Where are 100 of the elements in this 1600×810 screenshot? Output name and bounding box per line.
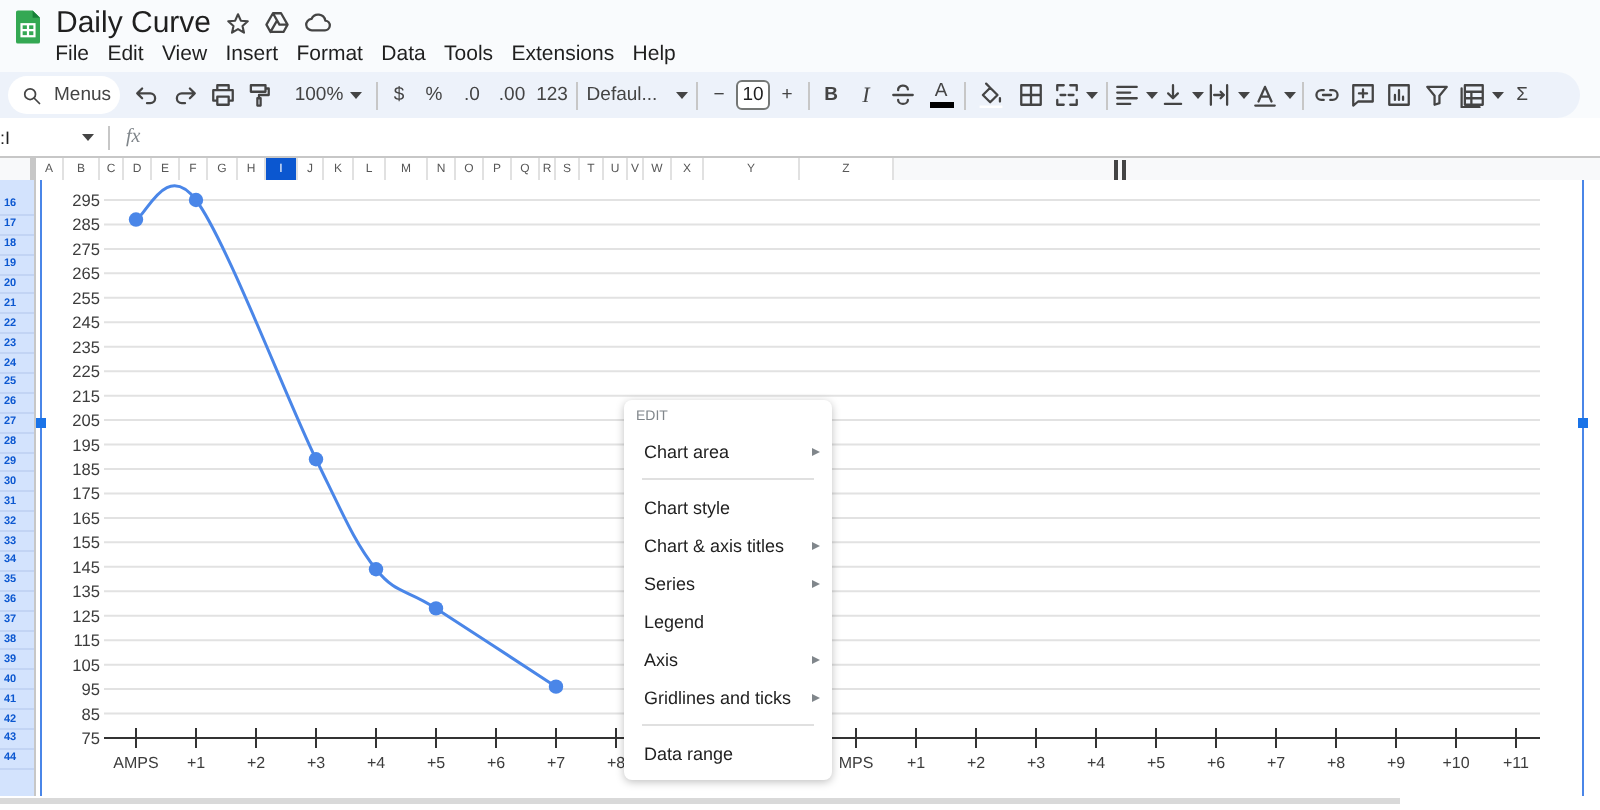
menu-item[interactable]: Edit (98, 40, 153, 68)
font-size-field[interactable]: 10 (736, 80, 770, 110)
paint-roller-icon (246, 82, 272, 108)
comment-icon (1349, 82, 1375, 108)
increase-font-size-button[interactable]: + (770, 75, 804, 115)
menu-item[interactable]: Gridlines and ticks (624, 678, 832, 716)
axis-label: +2 (246, 754, 266, 772)
caret-icon (1237, 91, 1249, 99)
axis-label: +4 (366, 754, 386, 772)
redo-icon (172, 82, 198, 108)
italic-button[interactable]: I (848, 75, 884, 115)
scrollbar[interactable] (0, 798, 1400, 804)
axis-label: +4 (1086, 754, 1106, 772)
axis-label: +8 (1326, 754, 1346, 772)
caret-icon (349, 91, 362, 99)
document-title[interactable]: Daily Curve (56, 6, 212, 40)
align-left-icon (1113, 82, 1139, 108)
axis-label: MPS (838, 754, 874, 772)
search-menus-field[interactable]: Menus (8, 76, 120, 114)
axis-label: 195 (72, 434, 100, 455)
functions-button[interactable]: Σ (1506, 75, 1538, 115)
axis-label: +7 (1266, 754, 1286, 772)
text-rotation-icon (1252, 82, 1278, 108)
menu-item[interactable]: Tools (434, 40, 503, 68)
menu-item[interactable]: Chart area (624, 432, 832, 470)
submenu-arrow-icon (812, 541, 820, 549)
menu-item-label: Data range (644, 743, 734, 763)
axis-label: +8 (606, 754, 626, 772)
submenu-arrow-icon (812, 693, 820, 701)
resize-handle[interactable] (36, 418, 46, 428)
print-icon (210, 82, 236, 108)
font-dropdown[interactable]: Defaul... (582, 75, 692, 115)
axis-label: 105 (72, 654, 100, 675)
axis-label: 125 (72, 605, 100, 626)
axis-label: +11 (1503, 754, 1529, 772)
data-point (128, 212, 144, 227)
axis-label: 135 (72, 581, 100, 602)
axis-label: 275 (72, 238, 100, 259)
menu-item[interactable]: Help (623, 40, 685, 68)
text-color-button[interactable]: A (922, 75, 960, 115)
currency-button[interactable]: $ (382, 75, 416, 115)
axis-label: 295 (72, 190, 100, 210)
caret-icon (1491, 91, 1503, 99)
axis-label: 245 (72, 312, 100, 333)
number-format-button[interactable]: 123 (532, 75, 572, 115)
menu-item[interactable]: Extensions (502, 40, 624, 68)
menu-item[interactable]: Data range (624, 734, 832, 772)
decrease-font-size-button[interactable]: − (702, 75, 736, 115)
filter-views-icon (1459, 82, 1485, 108)
menu-item[interactable]: View (152, 40, 217, 68)
menu-item[interactable]: Series (624, 564, 832, 602)
axis-label: 165 (72, 507, 100, 528)
axis-label: 285 (72, 214, 100, 235)
name-box[interactable]: :I (0, 123, 100, 151)
submenu-arrow-icon (812, 447, 820, 455)
menu-item-label: Series (644, 573, 696, 593)
submenu-arrow-icon (812, 579, 820, 587)
bold-button[interactable]: B (814, 75, 848, 115)
axis-label: +1 (186, 754, 206, 772)
percent-button[interactable]: % (416, 75, 452, 115)
axis-label: +5 (426, 754, 446, 772)
menu-item-label: Gridlines and ticks (644, 687, 792, 707)
axis-label: +3 (306, 754, 326, 772)
align-bottom-icon (1159, 82, 1185, 108)
chart-icon (1386, 82, 1412, 108)
caret-icon (82, 133, 94, 141)
axis-label: 175 (72, 483, 100, 504)
resize-handle[interactable] (1578, 418, 1588, 428)
caret-icon (1191, 91, 1203, 99)
caret-icon (1284, 91, 1296, 99)
axis-label: +10 (1442, 754, 1470, 772)
axis-label: +2 (966, 754, 986, 772)
menu-item[interactable]: File (46, 40, 99, 68)
axis-label: +6 (486, 754, 506, 772)
decrease-decimal-button[interactable]: .0 (452, 75, 492, 115)
caret-icon (1086, 91, 1098, 99)
axis-label: 185 (72, 459, 100, 479)
menu-item-label: Legend (644, 611, 705, 631)
menu-item[interactable]: Chart style (624, 488, 832, 526)
caret-icon (675, 91, 688, 99)
axis-label: +7 (546, 754, 566, 772)
axis-label: 145 (72, 556, 100, 577)
axis-label: AMPS (113, 754, 159, 772)
axis-label: 75 (81, 728, 100, 748)
data-point (368, 562, 384, 577)
text-wrap-icon (1205, 82, 1231, 108)
menu-item[interactable]: Data (372, 40, 435, 68)
increase-decimal-button[interactable]: .00 (492, 75, 532, 115)
menu-item[interactable]: Chart & axis titles (624, 526, 832, 564)
menu-item[interactable]: Axis (624, 640, 832, 678)
axis-label: 215 (72, 385, 100, 406)
cloud-icon (303, 10, 332, 36)
axis-label: 85 (81, 703, 100, 724)
menu-item[interactable]: Legend (624, 602, 832, 640)
zoom-dropdown[interactable]: 100% (284, 75, 372, 115)
menu-item-label: Chart & axis titles (644, 535, 785, 555)
caret-icon (1145, 91, 1157, 99)
menu-item[interactable]: Format (287, 40, 373, 68)
filter-icon (1424, 82, 1450, 108)
menu-item[interactable]: Insert (216, 40, 288, 68)
